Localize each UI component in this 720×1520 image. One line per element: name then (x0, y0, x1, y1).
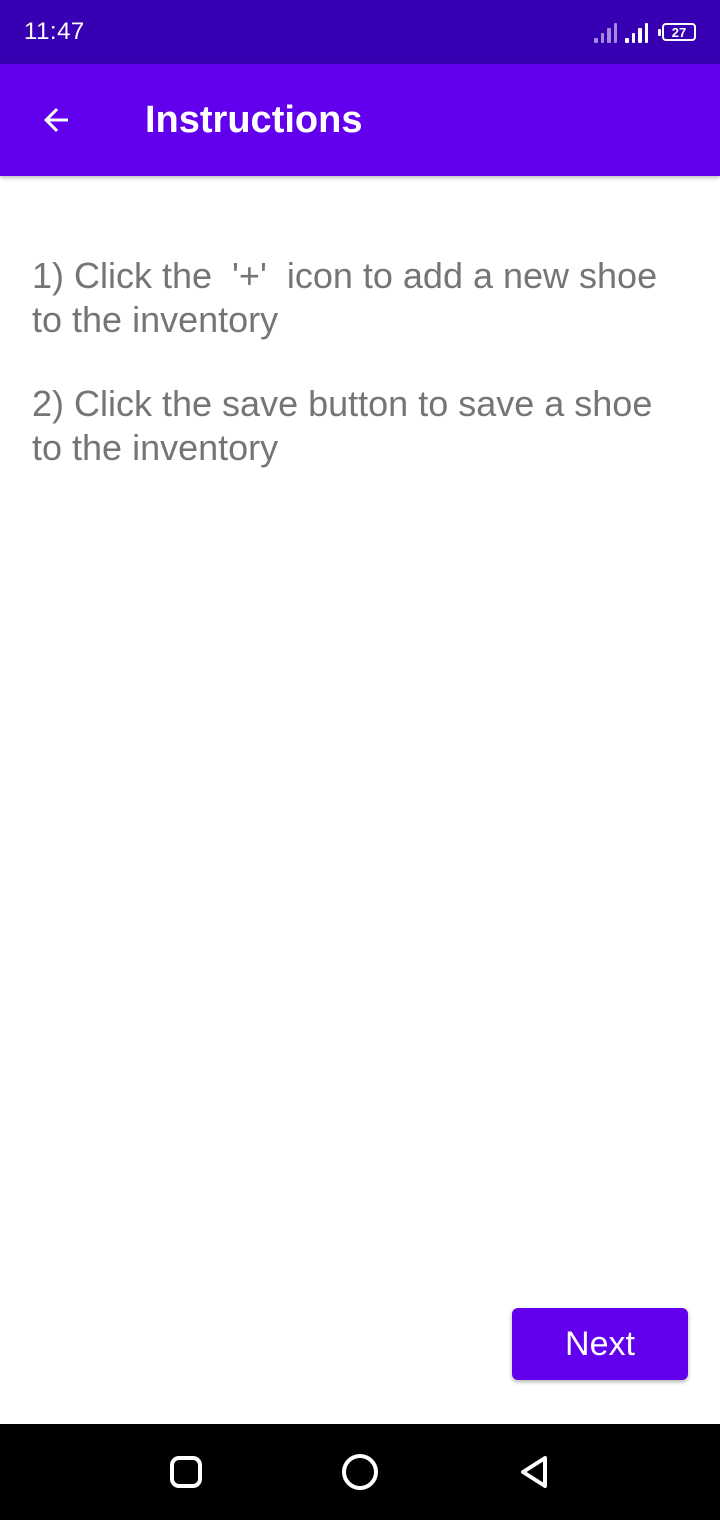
recents-button[interactable] (146, 1432, 226, 1512)
instructions-content: 1) Click the '+' icon to add a new shoe … (32, 254, 692, 510)
page-title: Instructions (145, 98, 363, 141)
back-button[interactable] (0, 64, 112, 176)
next-button[interactable]: Next (512, 1308, 688, 1380)
instruction-item: 1) Click the '+' icon to add a new shoe … (32, 255, 668, 340)
signal-sim1-icon (594, 21, 617, 43)
back-triangle-icon (521, 1456, 547, 1488)
home-button[interactable] (320, 1432, 400, 1512)
recents-square-icon (170, 1456, 202, 1488)
home-circle-icon (342, 1454, 378, 1490)
arrow-back-icon (44, 108, 68, 132)
signal-sim2-icon (625, 21, 648, 43)
navigation-bar (0, 1424, 720, 1520)
battery-level: 27 (671, 24, 687, 40)
status-bar: 11:47 27 (0, 0, 720, 64)
status-time: 11:47 (24, 18, 85, 45)
status-icons: 27 (594, 21, 696, 43)
system-back-button[interactable] (494, 1432, 574, 1512)
battery-icon: 27 (658, 23, 696, 41)
app-bar: Instructions (0, 64, 720, 176)
instruction-item: 2) Click the save button to save a shoe … (32, 383, 663, 468)
